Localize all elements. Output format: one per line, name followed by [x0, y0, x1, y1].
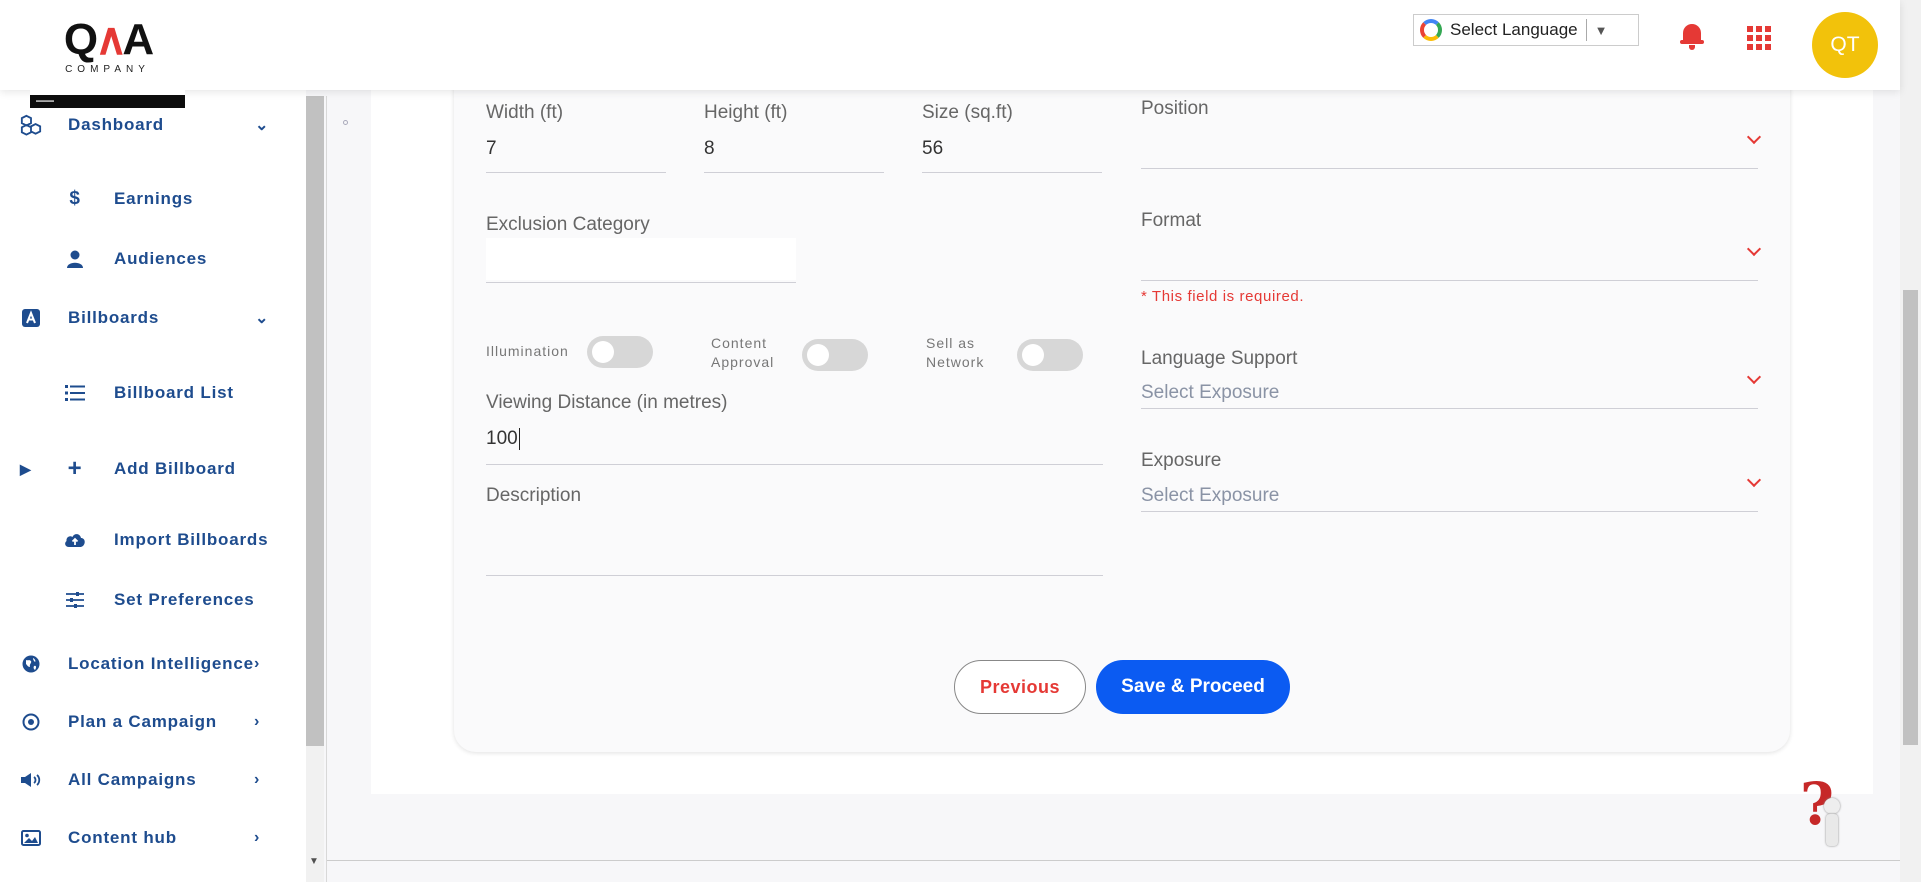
- sidebar-item-audiences[interactable]: Audiences: [0, 239, 300, 279]
- logo-mark: Q∧A: [63, 15, 154, 64]
- top-header: Q∧A COMPANY ▬▬▬ Select Language ▼ QT: [0, 0, 1900, 108]
- sidebar-item-dashboard[interactable]: Dashboard ⌄: [0, 105, 300, 145]
- illumination-label: Illumination: [486, 343, 569, 359]
- description-label: Description: [486, 485, 582, 506]
- sliders-icon: [64, 589, 86, 611]
- plus-icon: +: [67, 455, 83, 482]
- image-icon: [20, 827, 42, 849]
- dropdown-arrow-icon: ▼: [1594, 22, 1608, 38]
- user-icon: [64, 248, 86, 270]
- sidebar-item-content-hub[interactable]: Content hub ›: [0, 818, 300, 858]
- previous-button[interactable]: Previous: [954, 660, 1086, 714]
- width-label: Width (ft): [486, 102, 564, 123]
- description-input[interactable]: [486, 512, 1103, 574]
- globe-icon: [20, 653, 42, 675]
- position-label: Position: [1141, 98, 1209, 119]
- width-underline: [486, 172, 666, 173]
- sidebar-item-earnings[interactable]: $ Earnings: [0, 179, 300, 219]
- position-select[interactable]: [1141, 124, 1758, 170]
- position-underline: [1141, 168, 1758, 169]
- viewing-distance-underline: [486, 464, 1103, 465]
- dashboard-icon: [20, 114, 42, 136]
- help-question-icon[interactable]: ?: [1798, 770, 1848, 846]
- logo-band: ▬▬▬: [30, 95, 185, 108]
- viewing-distance-input[interactable]: 100: [486, 428, 520, 450]
- chevron-down-icon: ⌄: [255, 310, 270, 327]
- google-icon: [1420, 19, 1442, 41]
- cloud-upload-icon: [64, 529, 86, 551]
- sell-as-network-toggle[interactable]: [1017, 339, 1083, 371]
- format-select[interactable]: [1141, 236, 1758, 282]
- description-underline: [486, 575, 1103, 576]
- sidebar-item-all-campaigns[interactable]: All Campaigns ›: [0, 760, 300, 800]
- viewing-distance-label: Viewing Distance (in metres): [486, 392, 728, 413]
- sidebar-item-location-intelligence[interactable]: Location Intelligence ›: [0, 644, 300, 684]
- chevron-right-icon: ›: [254, 655, 261, 672]
- chevron-right-icon: ›: [254, 829, 261, 846]
- content-approval-label: Content Approval: [711, 335, 775, 370]
- size-label: Size (sq.ft): [922, 102, 1013, 123]
- footer-divider: [327, 860, 1900, 861]
- format-underline: [1141, 280, 1758, 281]
- language-selector[interactable]: Select Language ▼: [1413, 14, 1639, 46]
- format-label: Format: [1141, 210, 1202, 231]
- billboard-icon: [20, 307, 42, 329]
- sell-as-network-label: Sell as Network: [926, 335, 985, 370]
- sidebar: Dashboard ⌄ $ Earnings Audiences Billboa…: [0, 90, 306, 882]
- size-input[interactable]: 56: [922, 138, 943, 160]
- sidebar-item-plan-a-campaign[interactable]: Plan a Campaign ›: [0, 702, 300, 742]
- language-separator: [1585, 19, 1587, 41]
- exclusion-category-input[interactable]: [486, 238, 796, 280]
- language-support-label: Language Support: [1141, 348, 1298, 369]
- exposure-underline: [1141, 511, 1758, 512]
- sidebar-item-set-preferences[interactable]: Set Preferences: [0, 580, 300, 620]
- height-underline: [704, 172, 884, 173]
- language-support-select[interactable]: Select Exposure: [1141, 382, 1279, 404]
- illumination-toggle[interactable]: [587, 336, 653, 368]
- format-error-message: * This field is required.: [1141, 288, 1305, 305]
- sidebar-scrollbar-thumb[interactable]: [306, 96, 324, 746]
- sidebar-item-billboards[interactable]: Billboards ⌄: [0, 298, 300, 338]
- exclusion-category-label: Exclusion Category: [486, 214, 650, 235]
- logo-subtitle: COMPANY: [65, 64, 150, 75]
- chevron-right-icon: ›: [254, 771, 261, 788]
- user-avatar[interactable]: QT: [1812, 12, 1878, 78]
- list-icon: [64, 382, 86, 404]
- exclusion-category-underline: [486, 282, 796, 283]
- company-logo[interactable]: Q∧A COMPANY ▬▬▬: [30, 0, 185, 108]
- caret-right-icon: ▶: [20, 460, 32, 477]
- exposure-select[interactable]: Select Exposure: [1141, 485, 1279, 507]
- notification-bell-icon[interactable]: [1680, 22, 1704, 50]
- size-underline: [922, 172, 1102, 173]
- save-proceed-button[interactable]: Save & Proceed: [1096, 660, 1290, 714]
- scroll-down-arrow-icon[interactable]: ▼: [309, 856, 319, 867]
- step-indicator-dot: [343, 120, 348, 125]
- language-support-underline: [1141, 408, 1758, 409]
- content-approval-toggle[interactable]: [802, 339, 868, 371]
- exposure-chevron-icon: [1746, 472, 1762, 488]
- width-input[interactable]: 7: [486, 138, 497, 160]
- language-selector-label: Select Language: [1450, 20, 1578, 39]
- language-support-chevron-icon: [1746, 369, 1762, 385]
- apps-grid-icon[interactable]: [1747, 26, 1771, 50]
- exposure-label: Exposure: [1141, 450, 1222, 471]
- sidebar-item-add-billboard[interactable]: ▶ + Add Billboard: [0, 449, 300, 489]
- sidebar-item-billboard-list[interactable]: Billboard List: [0, 373, 300, 413]
- sidebar-divider: [326, 96, 327, 882]
- target-icon: [20, 711, 42, 733]
- billboard-form-card: Width (ft) 7 Height (ft) 8 Size (sq.ft) …: [454, 80, 1790, 752]
- chevron-right-icon: ›: [254, 713, 261, 730]
- dollar-icon: $: [69, 188, 81, 209]
- height-label: Height (ft): [704, 102, 788, 123]
- page-scrollbar-thumb[interactable]: [1903, 290, 1918, 745]
- sidebar-item-import-billboards[interactable]: Import Billboards: [0, 520, 300, 560]
- megaphone-icon: [20, 769, 42, 791]
- chevron-down-icon: ⌄: [255, 117, 270, 134]
- height-input[interactable]: 8: [704, 138, 715, 160]
